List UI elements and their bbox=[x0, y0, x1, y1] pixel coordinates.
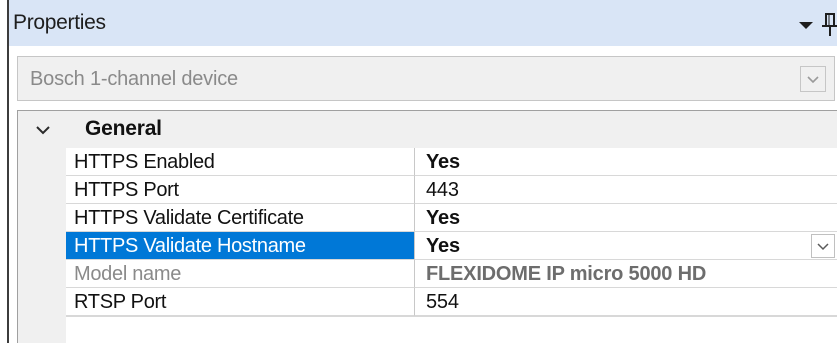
chevron-down-icon bbox=[807, 76, 819, 84]
property-name: HTTPS Validate Certificate bbox=[74, 207, 304, 229]
property-value-cell[interactable]: Yes bbox=[415, 232, 837, 260]
property-grid-gutter bbox=[18, 148, 66, 343]
object-selector-value: Bosch 1-channel device bbox=[30, 68, 238, 90]
pin-button[interactable] bbox=[821, 10, 837, 40]
pin-icon bbox=[822, 13, 837, 36]
property-grid-empty-area bbox=[66, 316, 837, 344]
window-border bbox=[7, 0, 9, 343]
property-row-model-name[interactable]: Model name FLEXIDOME IP micro 5000 HD bbox=[66, 260, 837, 288]
property-name-cell[interactable]: Model name bbox=[66, 260, 415, 288]
property-value: FLEXIDOME IP micro 5000 HD bbox=[426, 263, 707, 285]
property-value-cell[interactable]: 554 bbox=[415, 288, 837, 316]
property-value-cell[interactable]: Yes bbox=[415, 204, 837, 232]
property-name-cell[interactable]: HTTPS Port bbox=[66, 176, 415, 204]
property-value: 443 bbox=[426, 179, 459, 201]
property-name: HTTPS Port bbox=[74, 179, 179, 201]
property-name-cell[interactable]: HTTPS Validate Certificate bbox=[66, 204, 415, 232]
property-name-cell[interactable]: RTSP Port bbox=[66, 288, 415, 316]
chevron-down-icon bbox=[817, 243, 829, 251]
window-position-dropdown[interactable] bbox=[794, 16, 818, 36]
property-row-https-port[interactable]: HTTPS Port 443 bbox=[66, 176, 837, 204]
property-value: Yes bbox=[426, 207, 460, 229]
property-value: 554 bbox=[426, 291, 459, 313]
property-name: RTSP Port bbox=[74, 291, 167, 313]
property-value: Yes bbox=[426, 235, 460, 257]
property-row-https-enabled[interactable]: HTTPS Enabled Yes bbox=[66, 148, 837, 176]
panel-title: Properties bbox=[13, 11, 106, 34]
property-row-https-validate-certificate[interactable]: HTTPS Validate Certificate Yes bbox=[66, 204, 837, 232]
properties-titlebar: Properties bbox=[9, 0, 837, 46]
property-name-cell[interactable]: HTTPS Validate Hostname bbox=[66, 232, 415, 260]
object-selector-combobox[interactable]: Bosch 1-channel device bbox=[17, 56, 835, 101]
property-value-cell[interactable]: Yes bbox=[415, 148, 837, 176]
property-value-cell[interactable]: 443 bbox=[415, 176, 837, 204]
chevron-down-icon[interactable] bbox=[32, 119, 54, 141]
category-general[interactable]: General bbox=[18, 111, 837, 148]
property-value-cell[interactable]: FLEXIDOME IP micro 5000 HD bbox=[415, 260, 837, 288]
property-value: Yes bbox=[426, 151, 460, 173]
object-selector-dropdown-button[interactable] bbox=[800, 66, 826, 92]
property-name: Model name bbox=[74, 263, 182, 285]
category-label: General bbox=[85, 117, 162, 140]
property-name: HTTPS Enabled bbox=[74, 151, 215, 173]
caret-down-icon bbox=[799, 22, 813, 29]
property-name-cell[interactable]: HTTPS Enabled bbox=[66, 148, 415, 176]
value-dropdown-button[interactable] bbox=[811, 234, 835, 258]
property-row-https-validate-hostname[interactable]: HTTPS Validate Hostname Yes bbox=[66, 232, 837, 260]
property-row-rtsp-port[interactable]: RTSP Port 554 bbox=[66, 288, 837, 316]
property-name: HTTPS Validate Hostname bbox=[74, 235, 306, 257]
